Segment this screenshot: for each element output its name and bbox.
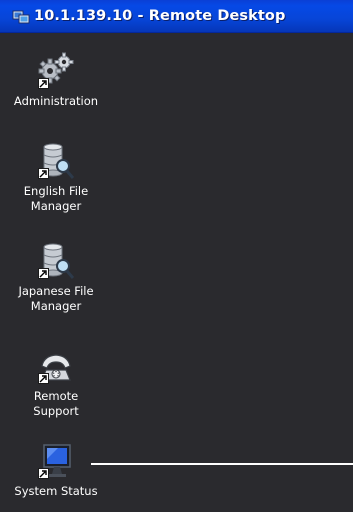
remote-desktop-icon (12, 9, 30, 24)
shortcut-arrow-icon (38, 78, 49, 89)
remote-desktop-window: 10.1.139.10 - Remote Desktop Administrat… (0, 0, 353, 512)
desktop-shortcut-english-file-manager[interactable]: English File Manager (6, 141, 106, 214)
shortcut-label: Remote Support (33, 389, 79, 418)
database-search-icon (36, 141, 76, 181)
window-title: 10.1.139.10 - Remote Desktop (34, 8, 286, 24)
divider-line (91, 463, 353, 465)
shortcut-arrow-icon (38, 168, 49, 179)
gears-icon (36, 51, 76, 91)
telephone-icon (36, 346, 76, 386)
desktop-shortcut-system-status[interactable]: System Status (6, 441, 106, 499)
title-bar[interactable]: 10.1.139.10 - Remote Desktop (0, 0, 353, 33)
shortcut-arrow-icon (38, 268, 49, 279)
shortcut-label: System Status (14, 484, 98, 498)
desktop-shortcut-remote-support[interactable]: Remote Support (6, 346, 106, 419)
shortcut-arrow-icon (38, 468, 49, 479)
desktop-shortcut-japanese-file-manager[interactable]: Japanese File Manager (6, 241, 106, 314)
shortcut-label: English File Manager (23, 184, 89, 213)
desktop-area: Administration English File Manager Japa… (0, 33, 353, 512)
database-search-icon (36, 241, 76, 281)
shortcut-label: Japanese File Manager (18, 284, 94, 313)
shortcut-arrow-icon (38, 373, 49, 384)
desktop-shortcut-administration[interactable]: Administration (6, 51, 106, 109)
monitor-icon (36, 441, 76, 481)
shortcut-label: Administration (13, 94, 99, 108)
